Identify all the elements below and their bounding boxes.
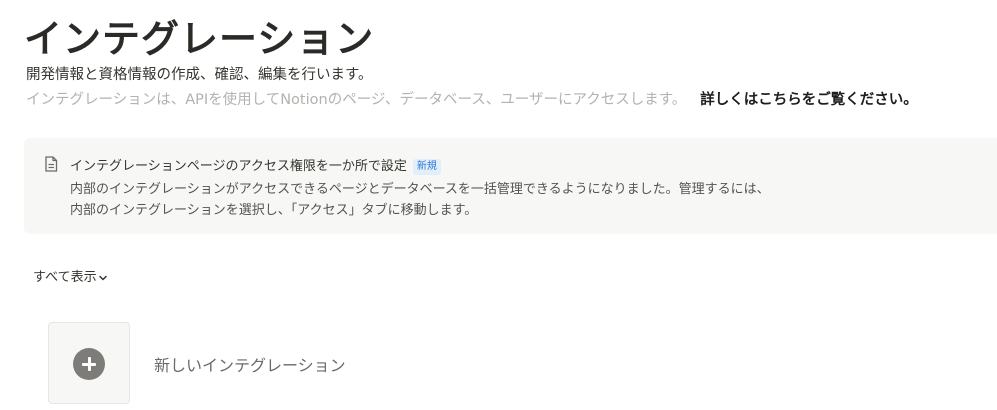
page-subtitle: 開発情報と資格情報の作成、確認、編集を行います。 — [26, 67, 373, 83]
plus-circle-icon — [73, 348, 105, 380]
description-line: インテグレーションは、APIを使用してNotionのページ、データベース、ユーザ… — [26, 88, 918, 109]
learn-more-link[interactable]: 詳しくはこちらをご覧ください。 — [700, 92, 918, 108]
callout-body-line: 内部のインテグレーションを選択し、「アクセス」タブに移動します。 — [70, 203, 478, 218]
callout-body: 内部のインテグレーションがアクセスできるページとデータベースを一括管理できるよう… — [70, 179, 770, 221]
new-integration-label[interactable]: 新しいインテグレーション — [154, 352, 346, 376]
callout-title: インテグレーションページのアクセス権限を一か所で設定 新規 — [70, 155, 441, 175]
page-title: インテグレーション — [24, 17, 375, 61]
callout-body-line: 内部のインテグレーションがアクセスできるページとデータベースを一括管理できるよう… — [70, 182, 770, 197]
description-text: インテグレーションは、APIを使用してNotionのページ、データベース、ユーザ… — [26, 92, 687, 108]
access-callout: インテグレーションページのアクセス権限を一か所で設定 新規 内部のインテグレーショ… — [24, 138, 997, 234]
document-icon — [45, 156, 58, 172]
chevron-down-icon — [98, 275, 107, 280]
show-all-label: すべて表示 — [33, 270, 97, 285]
new-integration-card[interactable] — [48, 322, 130, 404]
show-all-dropdown[interactable]: すべて表示 — [33, 266, 108, 285]
new-badge: 新規 — [412, 158, 441, 175]
callout-title-text: インテグレーションページのアクセス権限を一か所で設定 — [70, 159, 407, 174]
